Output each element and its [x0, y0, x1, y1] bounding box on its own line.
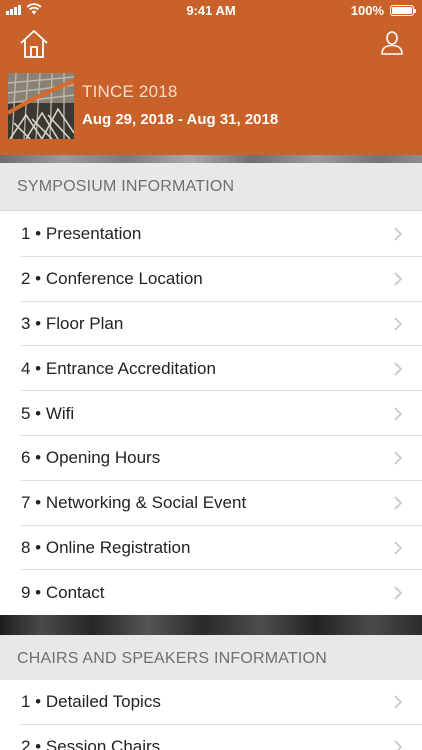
chevron-right-icon: [394, 541, 402, 555]
chevron-right-icon: [394, 586, 402, 600]
section-header-symposium: SYMPOSIUM INFORMATION: [0, 163, 422, 211]
chevron-right-icon: [394, 407, 402, 421]
battery-icon: [390, 5, 416, 16]
image-strip: [0, 615, 422, 635]
list-item-label: 2 • Conference Location: [21, 269, 203, 289]
list-item[interactable]: 1 • Presentation: [0, 212, 422, 257]
chevron-right-icon: [394, 496, 402, 510]
list-item[interactable]: 3 • Floor Plan: [0, 301, 422, 347]
event-title: TINCE 2018: [82, 82, 178, 101]
list-item[interactable]: 7 • Networking & Social Event: [0, 480, 422, 526]
battery-fill: [392, 7, 412, 14]
list-item-label: 4 • Entrance Accreditation: [21, 358, 216, 378]
list-item-label: 7 • Networking & Social Event: [21, 493, 247, 513]
list-item[interactable]: 2 • Conference Location: [0, 256, 422, 302]
list-item-label: 5 • Wifi: [21, 403, 75, 423]
list-item-label: 1 • Detailed Topics: [21, 692, 161, 712]
app-header: 9:41 AM 100% TINCE 2018 Aug 29, 2018 - A…: [0, 0, 422, 160]
chevron-right-icon: [394, 227, 402, 241]
list-item[interactable]: 2 • Session Chairs: [0, 724, 422, 750]
event-dates: Aug 29, 2018 - Aug 31, 2018: [82, 111, 279, 128]
symposium-list: 1 • Presentation 2 • Conference Location…: [0, 212, 422, 616]
list-item-label: 8 • Online Registration: [21, 537, 191, 557]
list-item-label: 9 • Contact: [21, 582, 105, 602]
user-button[interactable]: [380, 30, 404, 56]
list-item[interactable]: 5 • Wifi: [0, 391, 422, 436]
event-image: [8, 73, 74, 139]
chevron-right-icon: [394, 272, 402, 286]
home-button[interactable]: [18, 28, 50, 60]
battery-percent: 100%: [350, 3, 384, 18]
list-item[interactable]: 6 • Opening Hours: [0, 435, 422, 481]
status-bar: 9:41 AM 100%: [0, 0, 422, 22]
user-icon: [381, 31, 403, 55]
chevron-right-icon: [394, 695, 402, 709]
list-item[interactable]: 4 • Entrance Accreditation: [0, 346, 422, 392]
image-strip: [0, 155, 422, 163]
section-header-chairs-speakers: CHAIRS AND SPEAKERS INFORMATION: [0, 635, 422, 683]
chevron-right-icon: [394, 451, 402, 465]
chevron-right-icon: [394, 740, 402, 750]
list-item[interactable]: 1 • Detailed Topics: [0, 680, 422, 725]
chairs-speakers-list: 1 • Detailed Topics 2 • Session Chairs: [0, 680, 422, 750]
list-item[interactable]: 8 • Online Registration: [0, 525, 422, 571]
list-item-label: 2 • Session Chairs: [21, 737, 161, 750]
list-item[interactable]: 9 • Contact: [0, 570, 422, 616]
chevron-right-icon: [394, 317, 402, 331]
list-item-label: 3 • Floor Plan: [21, 313, 124, 333]
list-item-label: 6 • Opening Hours: [21, 448, 161, 468]
status-right: 100%: [350, 3, 416, 18]
home-icon: [20, 30, 48, 58]
chevron-right-icon: [394, 362, 402, 376]
list-item-label: 1 • Presentation: [21, 224, 142, 244]
